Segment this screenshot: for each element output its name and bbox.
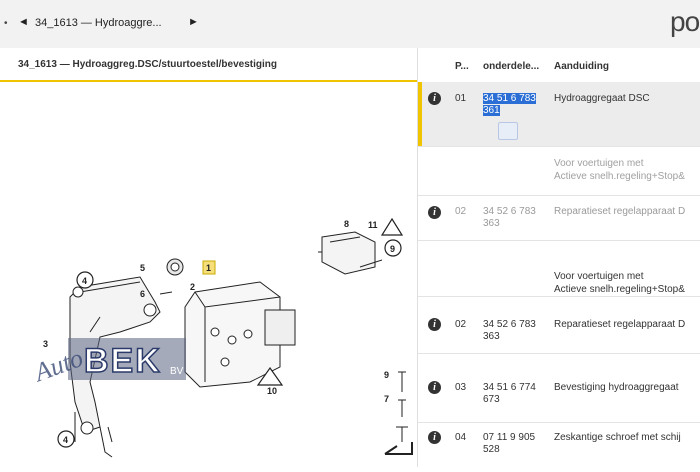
note-line2: Actieve snelh.regeling+Stop&: [554, 171, 685, 182]
callout-9[interactable]: 9: [390, 244, 395, 254]
watermark-logo: Auto BEK BV: [29, 338, 186, 388]
breadcrumb[interactable]: 34_1613 — Hydroaggre...: [35, 17, 162, 29]
row-part-number[interactable]: 34 52 6 783 363: [483, 206, 549, 230]
row-part-number[interactable]: 34 52 6 783 363: [483, 319, 549, 343]
row-description: Reparatieset regelapparaat D: [554, 319, 686, 330]
callout-1[interactable]: 1: [206, 263, 211, 273]
callout-4b[interactable]: 4: [63, 435, 68, 445]
table-row-note[interactable]: Voor voertuigen met Actieve snelh.regeli…: [418, 147, 700, 196]
table-row-note[interactable]: Voor voertuigen met Actieve snelh.regeli…: [418, 241, 700, 297]
callout-6[interactable]: 6: [140, 289, 145, 299]
part-number-line1: 07 11 9 905: [483, 432, 536, 443]
parts-table-header: P... onderdele... Aanduiding: [418, 48, 700, 83]
row-description: Bevestiging hydroaggregaat: [554, 382, 679, 393]
part-number-line2: 528: [483, 444, 500, 455]
callout-5[interactable]: 5: [140, 263, 145, 273]
menu-dot-icon[interactable]: •: [4, 18, 8, 29]
table-row[interactable]: i 02 34 52 6 783 363 Reparatieset regela…: [418, 297, 700, 354]
row-part-number[interactable]: 07 11 9 905 528: [483, 432, 549, 456]
info-icon[interactable]: i: [428, 318, 441, 331]
part-number-line1: 34 51 6 774: [483, 382, 536, 393]
callout-2[interactable]: 2: [190, 282, 195, 292]
column-header-pos[interactable]: P...: [455, 61, 469, 72]
exploded-view-drawing: 1 2 3 4 4 5 6 7 8 9 9 10 11 Auto BEK BV: [29, 217, 413, 458]
part-number-line2: 673: [483, 394, 500, 405]
table-row[interactable]: i 03 34 51 6 774 673 Bevestiging hydroag…: [418, 354, 700, 423]
part-number-line1: 34 52 6 783: [483, 319, 536, 330]
diagram-title: 34_1613 — Hydroaggreg.DSC/stuurtoestel/b…: [18, 59, 277, 70]
callout-11[interactable]: 11: [368, 220, 378, 230]
row-pos: 03: [455, 382, 467, 393]
row-pos: 02: [455, 319, 467, 330]
row-pos: 02: [455, 206, 467, 217]
table-row[interactable]: i 02 34 52 6 783 363 Reparatieset regela…: [418, 196, 700, 241]
info-icon[interactable]: i: [428, 206, 441, 219]
part-number-line1: 34 52 6 783: [483, 206, 536, 217]
column-header-description[interactable]: Aanduiding: [554, 61, 609, 72]
selection-indicator: [418, 82, 422, 146]
row-description: Zeskantige schroef met schij: [554, 432, 681, 443]
parts-diagram[interactable]: 1 2 3 4 4 5 6 7 8 9 9 10 11 Auto BEK BV: [0, 82, 417, 467]
row-description: Reparatieset regelapparaat D: [554, 206, 686, 217]
table-row[interactable]: i 01 34 51 6 783 361 Hydroaggregaat DSC: [418, 82, 700, 147]
callout-3[interactable]: 3: [43, 339, 48, 349]
row-part-number[interactable]: 34 51 6 774 673: [483, 382, 549, 406]
info-icon[interactable]: i: [428, 381, 441, 394]
table-row[interactable]: i 04 07 11 9 905 528 Zeskantige schroef …: [418, 423, 700, 467]
callout-7[interactable]: 7: [384, 394, 389, 404]
nav-back-button[interactable]: ◄: [18, 16, 29, 28]
part-number-line1: 34 51 6 783: [483, 93, 536, 104]
part-number-line2: 361: [483, 105, 500, 116]
callout-4[interactable]: 4: [82, 276, 87, 286]
watermark-main: BEK: [84, 342, 162, 380]
note-line1: Voor voertuigen met: [554, 158, 644, 169]
nav-forward-button[interactable]: ►: [188, 16, 199, 28]
callout-8[interactable]: 8: [344, 219, 349, 229]
watermark-suffix: BV: [170, 366, 184, 377]
info-icon[interactable]: i: [428, 431, 441, 444]
info-icon[interactable]: i: [428, 92, 441, 105]
callout-9b[interactable]: 9: [384, 370, 389, 380]
note-line2: Actieve snelh.regeling+Stop&: [554, 284, 685, 295]
note-line1: Voor voertuigen met: [554, 271, 644, 282]
row-pos: 01: [455, 93, 467, 104]
part-number-line2: 363: [483, 331, 500, 342]
top-toolbar: • ◄ 34_1613 — Hydroaggre... ► po: [0, 0, 700, 48]
row-description: Hydroaggregaat DSC: [554, 93, 650, 104]
part-number-line2: 363: [483, 218, 500, 229]
callout-10[interactable]: 10: [267, 386, 277, 396]
row-pos: 04: [455, 432, 467, 443]
row-part-number[interactable]: 34 51 6 783 361: [483, 93, 549, 117]
app-logo: po: [670, 6, 700, 37]
diagram-header: 34_1613 — Hydroaggreg.DSC/stuurtoestel/b…: [0, 48, 417, 82]
column-header-part-number[interactable]: onderdele...: [483, 61, 539, 72]
translate-icon[interactable]: [498, 122, 518, 140]
